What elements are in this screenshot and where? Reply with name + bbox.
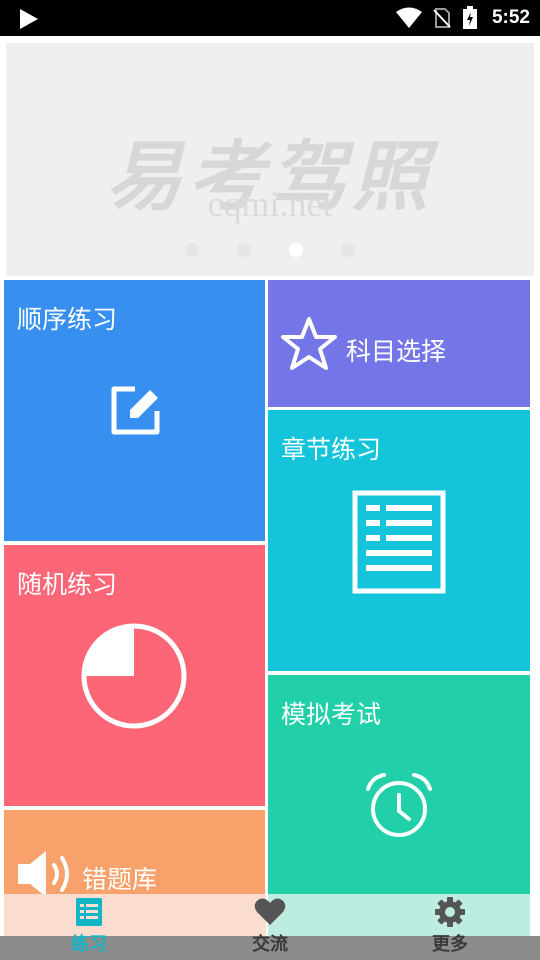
- carousel-dot[interactable]: [237, 243, 251, 257]
- edit-icon: [111, 386, 160, 435]
- tile-chapter-practice[interactable]: 章节练习: [268, 410, 530, 671]
- nav-label: 更多: [432, 934, 468, 955]
- star-icon: [281, 317, 337, 370]
- heart-icon: [254, 898, 286, 925]
- alarm-clock-icon: [366, 773, 432, 837]
- tile-label: 科目选择: [346, 337, 447, 366]
- tile-label: 章节练习: [281, 435, 382, 464]
- document-icon: [352, 490, 446, 594]
- banner-carousel[interactable]: 易考驾照 cqmi.net: [6, 43, 534, 276]
- nav-label: 交流: [252, 934, 288, 955]
- tile-subject-select[interactable]: 科目选择: [268, 280, 530, 407]
- status-bar: 5:52: [0, 0, 540, 36]
- battery-charging-icon: [462, 6, 477, 29]
- list-icon: [76, 898, 102, 926]
- nav-item-community[interactable]: 交流: [220, 896, 320, 956]
- tile-label: 随机练习: [17, 570, 118, 599]
- pie-chart-icon: [81, 623, 187, 729]
- carousel-dot[interactable]: [341, 243, 355, 257]
- tile-label: 模拟考试: [281, 700, 382, 729]
- clock-time: 5:52: [491, 7, 530, 28]
- carousel-dot[interactable]: [185, 243, 199, 257]
- bottom-navigation: 练习 交流 更多: [0, 894, 540, 960]
- tile-label: 顺序练习: [17, 305, 118, 334]
- carousel-indicator: [6, 243, 534, 257]
- banner-logo-url: cqmi.net: [207, 184, 333, 224]
- nav-item-more[interactable]: 更多: [400, 896, 500, 956]
- gear-icon: [435, 897, 465, 927]
- nav-item-practice[interactable]: 练习: [39, 896, 139, 956]
- carousel-dot-active[interactable]: [289, 243, 303, 257]
- nav-label: 练习: [71, 934, 107, 955]
- play-icon: [20, 9, 38, 29]
- speaker-icon: [18, 851, 69, 897]
- no-sim-icon: [433, 8, 451, 28]
- tile-random-practice[interactable]: 随机练习: [4, 545, 265, 806]
- tile-sequential-practice[interactable]: 顺序练习: [4, 280, 265, 541]
- tile-label: 错题库: [82, 865, 158, 894]
- wifi-icon: [395, 7, 422, 28]
